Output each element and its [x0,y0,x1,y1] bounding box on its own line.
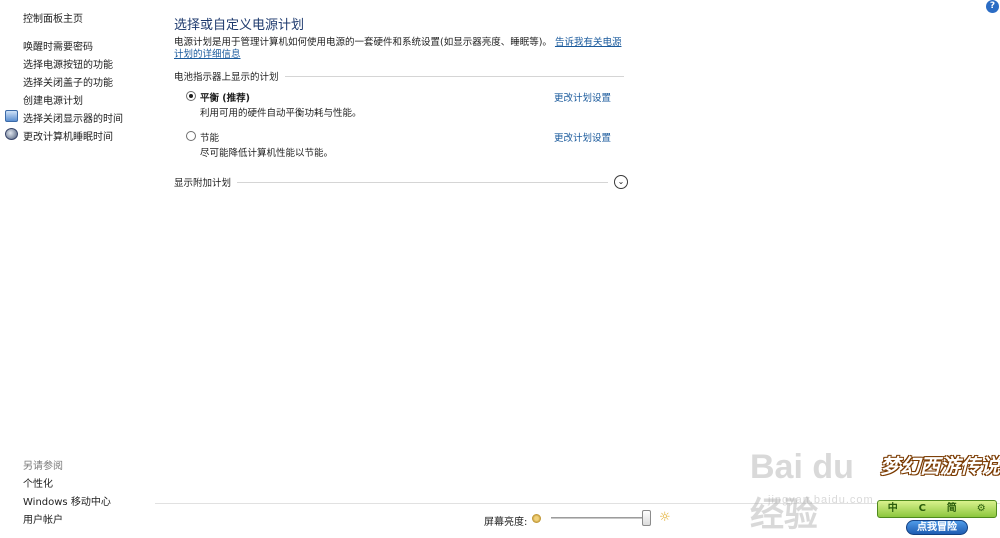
see-also-mobility-center[interactable]: Windows 移动中心 [23,493,111,508]
additional-plans-divider [237,181,608,183]
section-header-label: 电池指示器上显示的计划 [174,72,279,83]
plan-balanced-change-settings-link[interactable]: 更改计划设置 [554,90,611,104]
see-also-personalization[interactable]: 个性化 [23,475,53,490]
screen-brightness-label: 屏幕亮度: [484,517,528,528]
show-additional-plans[interactable]: 显示附加计划 ⌄ [174,175,628,189]
chevron-down-icon[interactable]: ⌄ [614,175,628,189]
left-navigation-pane: 控制面板主页 唤醒时需要密码 选择电源按钮的功能 选择关闭盖子的功能 创建电源计… [0,0,155,538]
plan-balanced-name[interactable]: 平衡 (推荐) [200,90,250,104]
sidebar-item-require-password[interactable]: 唤醒时需要密码 [23,38,93,53]
see-also-heading: 另请参阅 [23,461,63,472]
show-additional-plans-label[interactable]: 显示附加计划 [174,175,231,189]
monitor-icon [5,110,18,122]
baidu-jingyan-watermark: Bai du 经验 jingyan.baidu.com [740,440,890,534]
plan-power-saver-description: 尽可能降低计算机性能以节能。 [200,148,334,159]
bottom-divider [155,503,1000,504]
sidebar-item-sleep-time[interactable]: 更改计算机睡眠时间 [23,128,113,143]
sidebar-control-panel-home[interactable]: 控制面板主页 [23,10,83,25]
see-also-user-accounts[interactable]: 用户帐户 [23,511,63,526]
bright-sun-icon: ☼ [659,510,671,525]
sidebar-item-lid-close[interactable]: 选择关闭盖子的功能 [23,74,113,89]
help-question-icon[interactable]: ? [986,0,999,13]
watermark-url-text: jingyan.baidu.com [768,494,874,506]
page-title: 选择或自定义电源计划 [174,18,305,33]
sidebar-item-display-off[interactable]: 选择关闭显示器的时间 [23,110,123,125]
battery-meter-plans-header: 电池指示器上显示的计划 [174,70,624,83]
plan-power-saver-change-settings-link[interactable]: 更改计划设置 [554,130,611,144]
dim-brightness-icon [532,514,541,523]
plan-power-saver-radio[interactable] [186,131,196,141]
plan-balanced-radio[interactable] [186,91,196,101]
intro-text-block: 电源计划是用于管理计算机如何使用电源的一套硬件和系统设置(如显示器亮度、睡眠等)… [174,37,624,61]
game-logo[interactable]: 梦幻西游传说 [880,450,1000,500]
brightness-slider-thumb[interactable] [641,510,651,526]
game-toolbar-language-button[interactable]: 中 [883,502,903,516]
wrench-icon[interactable]: ⚙ [971,502,991,516]
intro-text: 电源计划是用于管理计算机如何使用电源的一套硬件和系统设置(如显示器亮度、睡眠等)… [174,37,552,48]
section-divider [284,75,624,77]
watermark-main-text: Bai du 经验 [750,448,854,534]
plan-power-saver-name[interactable]: 节能 [200,130,219,144]
sidebar-item-create-plan[interactable]: 创建电源计划 [23,92,83,107]
sidebar-item-power-button[interactable]: 选择电源按钮的功能 [23,56,113,71]
brightness-slider-track[interactable] [551,517,651,519]
moon-icon [5,128,18,140]
game-toolbar-refresh-button[interactable]: C [912,502,932,516]
game-adventure-button[interactable]: 点我冒险 [906,520,968,535]
game-toolbar: 中 C 简 ⚙ [877,500,997,518]
plan-balanced-description: 利用可用的硬件自动平衡功耗与性能。 [200,108,362,119]
game-toolbar-simplified-button[interactable]: 简 [942,502,962,516]
